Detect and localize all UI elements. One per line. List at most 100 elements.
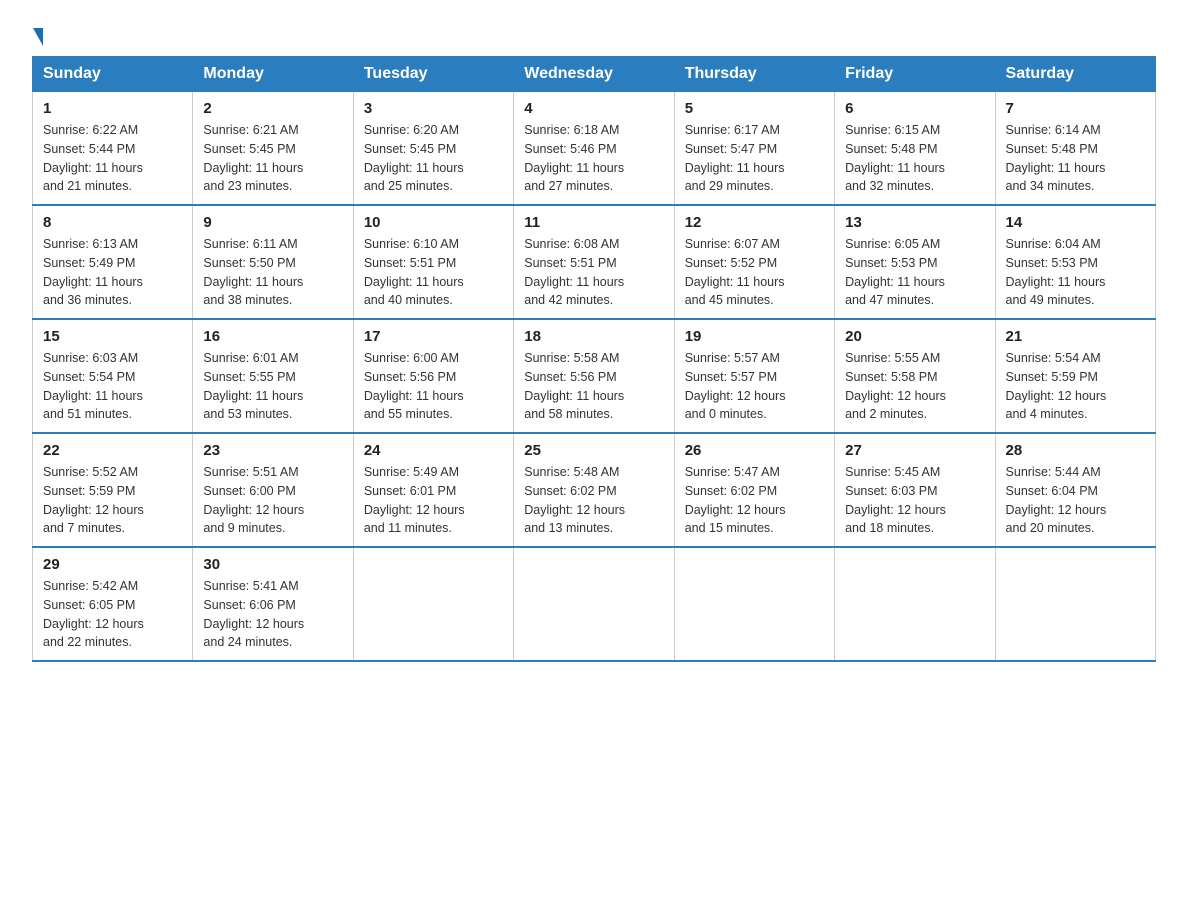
day-number: 21	[1006, 328, 1145, 345]
day-info: Sunrise: 5:44 AMSunset: 6:04 PMDaylight:…	[1006, 463, 1145, 538]
calendar-day-cell: 26 Sunrise: 5:47 AMSunset: 6:02 PMDaylig…	[674, 433, 834, 547]
day-info: Sunrise: 6:11 AMSunset: 5:50 PMDaylight:…	[203, 235, 342, 310]
calendar-day-cell: 1 Sunrise: 6:22 AMSunset: 5:44 PMDayligh…	[33, 92, 193, 206]
day-info: Sunrise: 5:41 AMSunset: 6:06 PMDaylight:…	[203, 577, 342, 652]
calendar-day-cell: 2 Sunrise: 6:21 AMSunset: 5:45 PMDayligh…	[193, 92, 353, 206]
day-info: Sunrise: 6:00 AMSunset: 5:56 PMDaylight:…	[364, 349, 503, 424]
day-number: 2	[203, 100, 342, 117]
day-info: Sunrise: 5:55 AMSunset: 5:58 PMDaylight:…	[845, 349, 984, 424]
day-number: 10	[364, 214, 503, 231]
day-number: 4	[524, 100, 663, 117]
calendar-day-cell: 30 Sunrise: 5:41 AMSunset: 6:06 PMDaylig…	[193, 547, 353, 661]
calendar-week-row: 8 Sunrise: 6:13 AMSunset: 5:49 PMDayligh…	[33, 205, 1156, 319]
calendar-day-cell: 11 Sunrise: 6:08 AMSunset: 5:51 PMDaylig…	[514, 205, 674, 319]
calendar-day-cell	[674, 547, 834, 661]
day-number: 18	[524, 328, 663, 345]
day-info: Sunrise: 6:21 AMSunset: 5:45 PMDaylight:…	[203, 121, 342, 196]
day-number: 27	[845, 442, 984, 459]
day-number: 7	[1006, 100, 1145, 117]
calendar-day-cell: 8 Sunrise: 6:13 AMSunset: 5:49 PMDayligh…	[33, 205, 193, 319]
weekday-header-monday: Monday	[193, 57, 353, 92]
day-info: Sunrise: 6:14 AMSunset: 5:48 PMDaylight:…	[1006, 121, 1145, 196]
day-info: Sunrise: 5:48 AMSunset: 6:02 PMDaylight:…	[524, 463, 663, 538]
calendar-day-cell: 23 Sunrise: 5:51 AMSunset: 6:00 PMDaylig…	[193, 433, 353, 547]
day-info: Sunrise: 6:20 AMSunset: 5:45 PMDaylight:…	[364, 121, 503, 196]
weekday-header-sunday: Sunday	[33, 57, 193, 92]
weekday-header-wednesday: Wednesday	[514, 57, 674, 92]
day-number: 6	[845, 100, 984, 117]
calendar-day-cell: 29 Sunrise: 5:42 AMSunset: 6:05 PMDaylig…	[33, 547, 193, 661]
day-number: 25	[524, 442, 663, 459]
calendar-day-cell: 14 Sunrise: 6:04 AMSunset: 5:53 PMDaylig…	[995, 205, 1155, 319]
day-info: Sunrise: 6:15 AMSunset: 5:48 PMDaylight:…	[845, 121, 984, 196]
day-info: Sunrise: 5:49 AMSunset: 6:01 PMDaylight:…	[364, 463, 503, 538]
day-number: 20	[845, 328, 984, 345]
calendar-day-cell: 16 Sunrise: 6:01 AMSunset: 5:55 PMDaylig…	[193, 319, 353, 433]
day-number: 30	[203, 556, 342, 573]
day-number: 16	[203, 328, 342, 345]
calendar-day-cell: 25 Sunrise: 5:48 AMSunset: 6:02 PMDaylig…	[514, 433, 674, 547]
page-header	[32, 24, 1156, 46]
day-info: Sunrise: 5:58 AMSunset: 5:56 PMDaylight:…	[524, 349, 663, 424]
day-number: 24	[364, 442, 503, 459]
calendar-day-cell: 22 Sunrise: 5:52 AMSunset: 5:59 PMDaylig…	[33, 433, 193, 547]
day-info: Sunrise: 6:08 AMSunset: 5:51 PMDaylight:…	[524, 235, 663, 310]
calendar-day-cell: 4 Sunrise: 6:18 AMSunset: 5:46 PMDayligh…	[514, 92, 674, 206]
weekday-header-row: SundayMondayTuesdayWednesdayThursdayFrid…	[33, 57, 1156, 92]
calendar-day-cell: 19 Sunrise: 5:57 AMSunset: 5:57 PMDaylig…	[674, 319, 834, 433]
calendar-day-cell: 9 Sunrise: 6:11 AMSunset: 5:50 PMDayligh…	[193, 205, 353, 319]
calendar-week-row: 22 Sunrise: 5:52 AMSunset: 5:59 PMDaylig…	[33, 433, 1156, 547]
day-info: Sunrise: 6:17 AMSunset: 5:47 PMDaylight:…	[685, 121, 824, 196]
calendar-day-cell: 28 Sunrise: 5:44 AMSunset: 6:04 PMDaylig…	[995, 433, 1155, 547]
day-number: 19	[685, 328, 824, 345]
calendar-day-cell: 10 Sunrise: 6:10 AMSunset: 5:51 PMDaylig…	[353, 205, 513, 319]
weekday-header-tuesday: Tuesday	[353, 57, 513, 92]
day-info: Sunrise: 6:04 AMSunset: 5:53 PMDaylight:…	[1006, 235, 1145, 310]
day-info: Sunrise: 6:13 AMSunset: 5:49 PMDaylight:…	[43, 235, 182, 310]
day-info: Sunrise: 6:05 AMSunset: 5:53 PMDaylight:…	[845, 235, 984, 310]
calendar-day-cell: 21 Sunrise: 5:54 AMSunset: 5:59 PMDaylig…	[995, 319, 1155, 433]
calendar-day-cell: 20 Sunrise: 5:55 AMSunset: 5:58 PMDaylig…	[835, 319, 995, 433]
day-info: Sunrise: 5:42 AMSunset: 6:05 PMDaylight:…	[43, 577, 182, 652]
calendar-day-cell: 24 Sunrise: 5:49 AMSunset: 6:01 PMDaylig…	[353, 433, 513, 547]
day-info: Sunrise: 6:03 AMSunset: 5:54 PMDaylight:…	[43, 349, 182, 424]
calendar-table: SundayMondayTuesdayWednesdayThursdayFrid…	[32, 56, 1156, 662]
day-number: 23	[203, 442, 342, 459]
calendar-day-cell	[353, 547, 513, 661]
calendar-day-cell: 5 Sunrise: 6:17 AMSunset: 5:47 PMDayligh…	[674, 92, 834, 206]
calendar-day-cell: 3 Sunrise: 6:20 AMSunset: 5:45 PMDayligh…	[353, 92, 513, 206]
day-number: 17	[364, 328, 503, 345]
weekday-header-saturday: Saturday	[995, 57, 1155, 92]
day-info: Sunrise: 6:22 AMSunset: 5:44 PMDaylight:…	[43, 121, 182, 196]
calendar-week-row: 15 Sunrise: 6:03 AMSunset: 5:54 PMDaylig…	[33, 319, 1156, 433]
day-number: 28	[1006, 442, 1145, 459]
day-number: 15	[43, 328, 182, 345]
day-number: 26	[685, 442, 824, 459]
day-info: Sunrise: 5:57 AMSunset: 5:57 PMDaylight:…	[685, 349, 824, 424]
calendar-day-cell: 7 Sunrise: 6:14 AMSunset: 5:48 PMDayligh…	[995, 92, 1155, 206]
calendar-day-cell: 13 Sunrise: 6:05 AMSunset: 5:53 PMDaylig…	[835, 205, 995, 319]
day-number: 14	[1006, 214, 1145, 231]
calendar-day-cell: 17 Sunrise: 6:00 AMSunset: 5:56 PMDaylig…	[353, 319, 513, 433]
calendar-day-cell	[835, 547, 995, 661]
day-info: Sunrise: 5:45 AMSunset: 6:03 PMDaylight:…	[845, 463, 984, 538]
calendar-week-row: 29 Sunrise: 5:42 AMSunset: 6:05 PMDaylig…	[33, 547, 1156, 661]
day-number: 3	[364, 100, 503, 117]
weekday-header-friday: Friday	[835, 57, 995, 92]
day-number: 1	[43, 100, 182, 117]
logo	[32, 24, 44, 46]
day-info: Sunrise: 6:18 AMSunset: 5:46 PMDaylight:…	[524, 121, 663, 196]
day-number: 9	[203, 214, 342, 231]
day-number: 8	[43, 214, 182, 231]
calendar-day-cell: 18 Sunrise: 5:58 AMSunset: 5:56 PMDaylig…	[514, 319, 674, 433]
day-number: 29	[43, 556, 182, 573]
calendar-day-cell: 15 Sunrise: 6:03 AMSunset: 5:54 PMDaylig…	[33, 319, 193, 433]
day-number: 5	[685, 100, 824, 117]
calendar-day-cell: 6 Sunrise: 6:15 AMSunset: 5:48 PMDayligh…	[835, 92, 995, 206]
day-info: Sunrise: 6:01 AMSunset: 5:55 PMDaylight:…	[203, 349, 342, 424]
calendar-day-cell	[514, 547, 674, 661]
day-info: Sunrise: 6:10 AMSunset: 5:51 PMDaylight:…	[364, 235, 503, 310]
calendar-day-cell: 12 Sunrise: 6:07 AMSunset: 5:52 PMDaylig…	[674, 205, 834, 319]
day-info: Sunrise: 5:54 AMSunset: 5:59 PMDaylight:…	[1006, 349, 1145, 424]
calendar-header: SundayMondayTuesdayWednesdayThursdayFrid…	[33, 57, 1156, 92]
